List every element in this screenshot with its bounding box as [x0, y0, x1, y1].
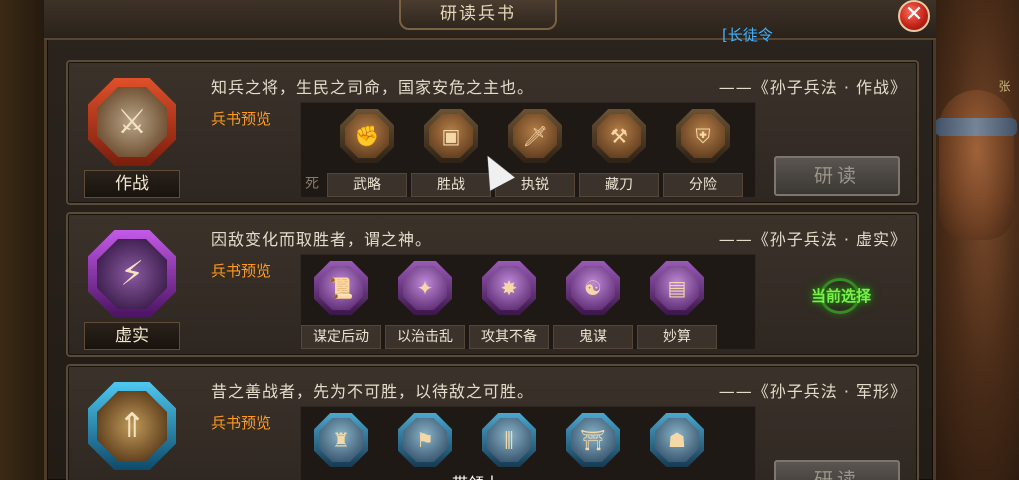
study-button[interactable]: 研读 [774, 156, 900, 196]
current-selection-label: 当前选择 [810, 287, 871, 305]
ambush-icon: ✸ [487, 266, 531, 310]
bottom-caption: 带领士 [452, 470, 500, 480]
skill-item[interactable]: ☗ [637, 413, 717, 480]
character-headband [935, 118, 1017, 136]
gate-icon: ⛩ [571, 418, 615, 462]
preview-label: 兵书预览 [211, 262, 272, 280]
skill-list: 死 ✊ 武略 ▣ 胜战 🗡 执锐 ⚒ 藏刀 ⛨ 分险 [300, 102, 756, 198]
skill-name: 谋定后动 [301, 325, 381, 349]
partial-skill-name: 死 [305, 176, 319, 192]
skill-name: 分险 [663, 173, 743, 197]
banner-icon: ⚑ [403, 418, 447, 462]
blade-icon: 🗡 [513, 114, 557, 158]
book-panel-junxing: ⇑ 昔之善战者，先为不可胜，以待敌之可胜。 ——《孙子兵法 · 军形》 兵书预览… [66, 364, 919, 480]
skill-list: ♜ ⚑ ⫼ ⛩ ☗ [300, 406, 756, 480]
spear-wall-icon: ⫼ [487, 418, 531, 462]
close-icon: ✕ [904, 2, 924, 27]
book-quote: 知兵之将，生民之司命，国家安危之主也。 [211, 78, 535, 97]
preview-label: 兵书预览 [211, 414, 272, 432]
skill-item[interactable]: ⛨ 分险 [663, 109, 743, 197]
skill-item[interactable]: 📜 谋定后动 [301, 261, 381, 349]
book-panel-xushi: ⚡ 虚实 因敌变化而取胜者，谓之神。 ——《孙子兵法 · 虚实》 兵书预览 📜 … [66, 212, 919, 357]
skill-item[interactable]: 🗡 执锐 [495, 109, 575, 197]
skill-item[interactable]: ♜ [301, 413, 381, 480]
book-badge[interactable]: ⇑ [88, 382, 176, 470]
hidden-blade-icon: ⚒ [597, 114, 641, 158]
claw-strike-icon: ⚡ [120, 254, 144, 294]
close-button[interactable]: ✕ [898, 0, 930, 32]
skill-item[interactable]: ⚒ 藏刀 [579, 109, 659, 197]
study-button[interactable]: 研读 [774, 460, 900, 480]
skill-item[interactable]: ⛩ [553, 413, 633, 480]
fortress-icon: ♜ [319, 418, 363, 462]
skill-item[interactable]: ▤ 妙算 [637, 261, 717, 349]
character-portrait [939, 90, 1014, 240]
background-character: 张 [929, 0, 1019, 480]
strike-icon: ✦ [403, 266, 447, 310]
book-source: ——《孙子兵法 · 作战》 [718, 78, 907, 97]
book-name: 作战 [84, 170, 180, 198]
skill-name: 胜战 [411, 173, 491, 197]
dialog-title: 研读兵书 [399, 0, 557, 30]
skill-item[interactable]: ☯ 鬼谋 [553, 261, 633, 349]
abacus-icon: ▤ [655, 266, 699, 310]
top-link[interactable]: [长徒令 [722, 24, 773, 45]
skill-name: 鬼谋 [553, 325, 633, 349]
skill-name: 藏刀 [579, 173, 659, 197]
book-badge[interactable]: ⚔ [88, 78, 176, 166]
book-quote: 因敌变化而取胜者，谓之神。 [211, 230, 433, 249]
skill-name: 攻其不备 [469, 325, 549, 349]
skill-name: 武略 [327, 173, 407, 197]
skill-name: 以治击乱 [385, 325, 465, 349]
skill-list: 📜 谋定后动 ✦ 以治击乱 ✸ 攻其不备 ☯ 鬼谋 ▤ 妙算 [300, 254, 756, 350]
book-quote: 昔之善战者，先为不可胜，以待敌之可胜。 [211, 382, 535, 401]
skill-item[interactable]: ✦ 以治击乱 [385, 261, 465, 349]
sage-icon: ☗ [655, 418, 699, 462]
formation-icon: ⇑ [117, 406, 147, 446]
skill-item[interactable]: ✊ 武略 [327, 109, 407, 197]
sword-arm-icon: ✊ [345, 114, 389, 158]
armor-icon: ▣ [429, 114, 473, 158]
preview-label: 兵书预览 [211, 110, 272, 128]
scroll-icon: 📜 [319, 266, 363, 310]
book-source: ——《孙子兵法 · 军形》 [718, 382, 907, 401]
shield-icon: ⛨ [681, 114, 725, 158]
skill-name: 妙算 [637, 325, 717, 349]
book-badge[interactable]: ⚡ [88, 230, 176, 318]
current-selection-indicator: 当前选择 [794, 274, 888, 318]
book-source: ——《孙子兵法 · 虚实》 [718, 230, 907, 249]
skill-item[interactable]: ✸ 攻其不备 [469, 261, 549, 349]
strategist-icon: ☯ [571, 266, 615, 310]
crossed-swords-icon: ⚔ [116, 102, 148, 142]
skill-item[interactable]: ▣ 胜战 [411, 109, 491, 197]
side-text: 张 [997, 80, 1011, 92]
book-name: 虚实 [84, 322, 180, 350]
